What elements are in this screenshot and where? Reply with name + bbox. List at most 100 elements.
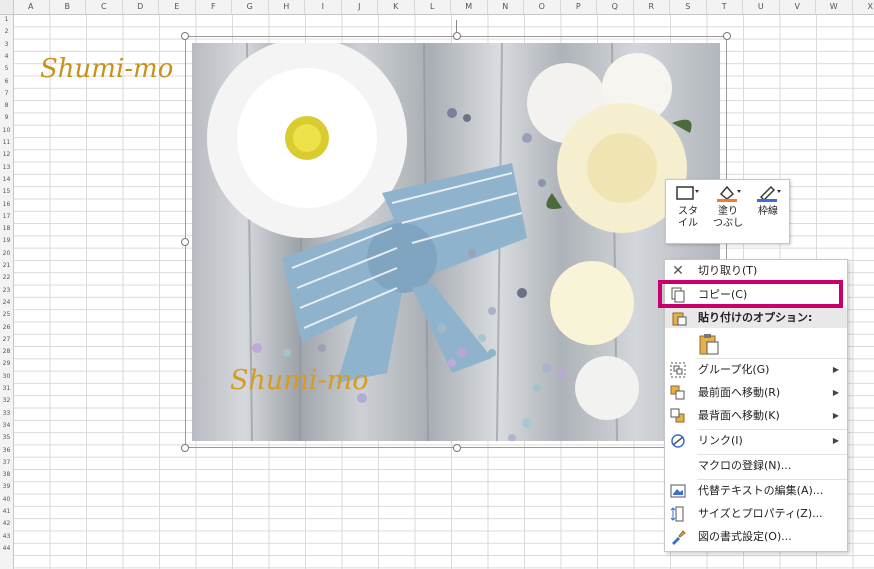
paste-option-button[interactable] — [697, 332, 721, 356]
copy-highlight-box — [658, 280, 843, 308]
row-header-3[interactable]: 3 — [0, 39, 13, 51]
row-header-38[interactable]: 38 — [0, 469, 13, 481]
row-header-19[interactable]: 19 — [0, 235, 13, 247]
paste-icon — [672, 312, 687, 326]
row-header-31[interactable]: 31 — [0, 383, 13, 395]
row-header-16[interactable]: 16 — [0, 199, 13, 211]
column-header-M[interactable]: M — [451, 0, 488, 14]
column-header-A[interactable]: A — [13, 0, 50, 14]
row-header-23[interactable]: 23 — [0, 285, 13, 297]
style-button[interactable]: スタイル — [670, 184, 706, 240]
outline-button[interactable]: 枠線 — [750, 184, 786, 240]
fill-label: 塗りつぶし — [713, 206, 743, 229]
pen-outline-icon — [757, 186, 781, 202]
column-header-T[interactable]: T — [707, 0, 743, 14]
row-header-15[interactable]: 15 — [0, 186, 13, 198]
row-header-22[interactable]: 22 — [0, 272, 13, 284]
select-all-corner[interactable] — [0, 0, 14, 15]
column-header-V[interactable]: V — [780, 0, 816, 14]
row-header-41[interactable]: 41 — [0, 506, 13, 518]
column-header-O[interactable]: O — [524, 0, 561, 14]
paste-options-header: 貼り付けのオプション: — [665, 308, 847, 328]
column-header-W[interactable]: W — [816, 0, 853, 14]
row-header-11[interactable]: 11 — [0, 137, 13, 149]
row-header-8[interactable]: 8 — [0, 100, 13, 112]
column-header-K[interactable]: K — [378, 0, 415, 14]
row-header-27[interactable]: 27 — [0, 334, 13, 346]
column-header-Q[interactable]: Q — [597, 0, 634, 14]
row-header-5[interactable]: 5 — [0, 63, 13, 75]
row-header-40[interactable]: 40 — [0, 494, 13, 506]
column-header-L[interactable]: L — [415, 0, 451, 14]
column-header-U[interactable]: U — [743, 0, 780, 14]
row-header-43[interactable]: 43 — [0, 531, 13, 543]
row-header-6[interactable]: 6 — [0, 76, 13, 88]
row-header-28[interactable]: 28 — [0, 346, 13, 358]
menu-item-edit-alt-text[interactable]: 代替テキストの編集(A)... — [665, 480, 847, 502]
row-header-44[interactable]: 44 — [0, 543, 13, 555]
menu-item-format-picture[interactable]: 図の書式設定(O)... — [665, 526, 847, 548]
bring-to-front-icon — [670, 385, 685, 400]
row-header-7[interactable]: 7 — [0, 88, 13, 100]
row-header-30[interactable]: 30 — [0, 371, 13, 383]
column-header-F[interactable]: F — [196, 0, 232, 14]
row-header-29[interactable]: 29 — [0, 358, 13, 370]
row-header-26[interactable]: 26 — [0, 322, 13, 334]
menu-item-bring-to-front[interactable]: 最前面へ移動(R) ▶ — [665, 382, 847, 404]
row-header-42[interactable]: 42 — [0, 518, 13, 530]
column-header-B[interactable]: B — [50, 0, 86, 14]
row-header-24[interactable]: 24 — [0, 297, 13, 309]
row-header-4[interactable]: 4 — [0, 51, 13, 63]
row-header-37[interactable]: 37 — [0, 457, 13, 469]
send-to-back-icon — [670, 408, 685, 423]
row-header-36[interactable]: 36 — [0, 445, 13, 457]
resize-handle-top-right[interactable] — [723, 32, 731, 40]
row-header-34[interactable]: 34 — [0, 420, 13, 432]
submenu-arrow-icon: ▶ — [832, 436, 839, 445]
clipboard-icon — [699, 334, 719, 355]
column-header-P[interactable]: P — [561, 0, 597, 14]
menu-item-link[interactable]: リンク(I) ▶ — [665, 430, 847, 452]
menu-item-cut[interactable]: ✕ 切り取り(T) — [665, 260, 847, 282]
column-header-N[interactable]: N — [488, 0, 524, 14]
row-header-33[interactable]: 33 — [0, 408, 13, 420]
row-header-2[interactable]: 2 — [0, 26, 13, 38]
row-header-14[interactable]: 14 — [0, 174, 13, 186]
resize-handle-bottom[interactable] — [453, 444, 461, 452]
column-header-H[interactable]: H — [269, 0, 305, 14]
column-header-X[interactable]: X — [853, 0, 874, 14]
row-header-32[interactable]: 32 — [0, 395, 13, 407]
column-header-S[interactable]: S — [670, 0, 707, 14]
row-header-13[interactable]: 13 — [0, 162, 13, 174]
menu-item-assign-macro[interactable]: マクロの登録(N)... — [665, 455, 847, 477]
resize-handle-bottom-left[interactable] — [181, 444, 189, 452]
column-header-E[interactable]: E — [159, 0, 196, 14]
column-header-R[interactable]: R — [634, 0, 670, 14]
column-header-C[interactable]: C — [86, 0, 123, 14]
column-header-D[interactable]: D — [123, 0, 159, 14]
group-icon — [670, 362, 686, 378]
column-header-G[interactable]: G — [232, 0, 269, 14]
row-header-39[interactable]: 39 — [0, 481, 13, 493]
row-header-12[interactable]: 12 — [0, 149, 13, 161]
menu-item-size-properties[interactable]: サイズとプロパティ(Z)... — [665, 503, 847, 525]
row-header-1[interactable]: 1 — [0, 14, 13, 26]
row-header-35[interactable]: 35 — [0, 432, 13, 444]
resize-handle-top[interactable] — [453, 32, 461, 40]
row-header-17[interactable]: 17 — [0, 211, 13, 223]
menu-item-send-to-back[interactable]: 最背面へ移動(K) ▶ — [665, 405, 847, 427]
resize-handle-top-left[interactable] — [181, 32, 189, 40]
row-header-25[interactable]: 25 — [0, 309, 13, 321]
column-header-I[interactable]: I — [305, 0, 342, 14]
paint-bucket-icon — [717, 185, 741, 202]
row-header-9[interactable]: 9 — [0, 112, 13, 124]
column-header-bar: ABCDEFGHIJKLMNOPQRSTUVWX — [0, 0, 874, 15]
fill-button[interactable]: 塗りつぶし — [710, 184, 746, 240]
resize-handle-left[interactable] — [181, 238, 189, 246]
row-header-20[interactable]: 20 — [0, 248, 13, 260]
row-header-21[interactable]: 21 — [0, 260, 13, 272]
row-header-18[interactable]: 18 — [0, 223, 13, 235]
row-header-10[interactable]: 10 — [0, 125, 13, 137]
menu-item-group[interactable]: グループ化(G) ▶ — [665, 359, 847, 381]
column-header-J[interactable]: J — [342, 0, 378, 14]
